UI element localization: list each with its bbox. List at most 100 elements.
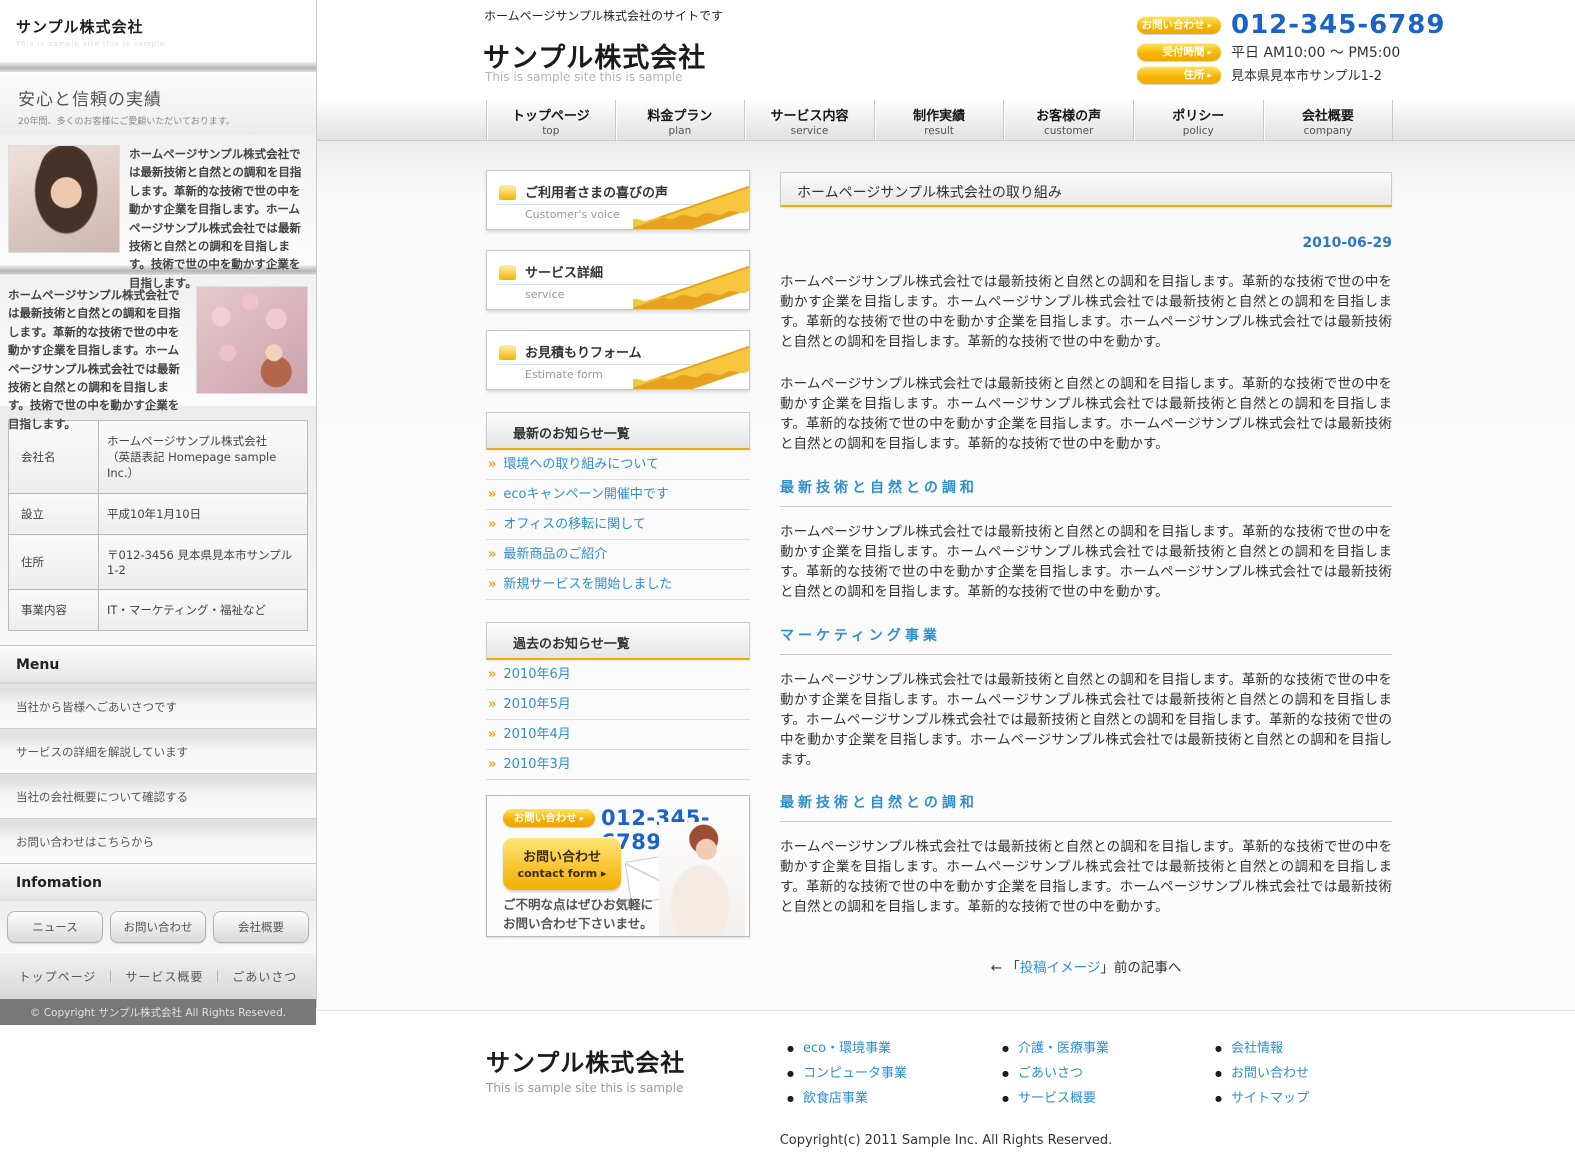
footer-link[interactable]: ごあいさつ bbox=[1002, 1062, 1109, 1081]
article: ホームページサンプル株式会社の取り組み 2010-06-29 ホームページサンプ… bbox=[780, 172, 1392, 976]
footer-copyright: Copyright(c) 2011 Sample Inc. All Rights… bbox=[317, 1133, 1575, 1148]
yellow-square-icon bbox=[499, 345, 516, 360]
news-link[interactable]: 最新商品のご紹介 bbox=[486, 540, 750, 570]
archive-link[interactable]: 2010年3月 bbox=[486, 750, 750, 780]
site-subtitle: This is sample site this is sample bbox=[485, 70, 682, 84]
past-news-heading: 過去のお知らせ一覧 bbox=[486, 622, 750, 660]
nav-result[interactable]: 制作実績result bbox=[875, 100, 1005, 140]
customer-voice-banner[interactable]: ご利用者さまの喜びの声 Customer's voice bbox=[486, 170, 750, 230]
section-heading: 最新技術と自然との調和 bbox=[780, 477, 1392, 507]
footer-link[interactable]: サイトマップ bbox=[1215, 1087, 1309, 1106]
double-arrow-icon bbox=[488, 757, 496, 772]
business-hours: 平日 AM10:00 ～ PM5:00 bbox=[1231, 42, 1400, 62]
ribbon-icon bbox=[633, 331, 750, 389]
nav-policy[interactable]: ポリシーpolicy bbox=[1134, 100, 1264, 140]
footer-link[interactable]: 飲食店事業 bbox=[787, 1087, 907, 1106]
section-paragraph: ホームページサンプル株式会社では最新技術と自然との調和を目指します。革新的な技術… bbox=[780, 523, 1392, 603]
sidebar: サンプル株式会社 This is sample site this is sam… bbox=[0, 0, 317, 1008]
catch-subtitle: 20年間、多くのお客様にご愛顧いただいております。 bbox=[18, 114, 316, 127]
estimate-form-banner[interactable]: お見積もりフォーム Estimate form bbox=[486, 330, 750, 390]
double-arrow-icon bbox=[488, 487, 496, 502]
footer-logo: サンプル株式会社 This is sample site this is sam… bbox=[486, 1043, 685, 1095]
page-footer: サンプル株式会社 This is sample site this is sam… bbox=[317, 1011, 1575, 1159]
news-link[interactable]: 新規サービスを開始しました bbox=[486, 570, 750, 600]
main-navigation: トップページtop 料金プランplan サービス内容service 制作実績re… bbox=[317, 100, 1575, 141]
contact-pill-button[interactable]: お問い合わせ bbox=[1137, 16, 1221, 34]
archive-link[interactable]: 2010年5月 bbox=[486, 690, 750, 720]
nav-company[interactable]: 会社概要company bbox=[1264, 100, 1394, 140]
news-link[interactable]: 環境への取り組みについて bbox=[486, 450, 750, 480]
footer-link[interactable]: コンピュータ事業 bbox=[787, 1062, 907, 1081]
archive-link[interactable]: 2010年6月 bbox=[486, 660, 750, 690]
footer-link-greeting[interactable]: ごあいさつ bbox=[232, 970, 297, 984]
separator: ｜ bbox=[104, 970, 117, 984]
article-paragraph: ホームページサンプル株式会社では最新技術と自然との調和を目指します。革新的な技術… bbox=[780, 273, 1392, 353]
company-button[interactable]: 会社概要 bbox=[213, 911, 309, 943]
row-label: 住所 bbox=[9, 535, 99, 590]
contact-button[interactable]: お問い合わせ bbox=[110, 911, 206, 943]
footer-link-service[interactable]: サービス概要 bbox=[125, 970, 203, 984]
news-link[interactable]: ecoキャンペーン開催中です bbox=[486, 480, 750, 510]
menu-item-service[interactable]: サービスの詳細を解説しています bbox=[0, 728, 316, 773]
sidebar-catchphrase: 安心と信頼の実績 20年間、多くのお客様にご愛顧いただいております。 bbox=[0, 73, 316, 135]
previous-article-nav: ← 「投稿イメージ」前の記事へ bbox=[780, 956, 1392, 976]
nav-top[interactable]: トップページtop bbox=[486, 100, 616, 140]
row-value: IT・マーケティング・福祉など bbox=[99, 590, 308, 631]
menu-item-contact[interactable]: お問い合わせはこちらから bbox=[0, 818, 316, 863]
nav-service[interactable]: サービス内容service bbox=[745, 100, 875, 140]
contact-pill-button[interactable]: お問い合わせ bbox=[503, 809, 595, 827]
yellow-square-icon bbox=[499, 265, 516, 280]
section-paragraph: ホームページサンプル株式会社では最新技術と自然との調和を目指します。革新的な技術… bbox=[780, 671, 1392, 771]
past-news-list: 2010年6月 2010年5月 2010年4月 2010年3月 bbox=[486, 660, 750, 780]
double-arrow-icon bbox=[488, 697, 496, 712]
table-row: 事業内容 IT・マーケティング・福祉など bbox=[9, 590, 308, 631]
archive-link[interactable]: 2010年4月 bbox=[486, 720, 750, 750]
sidebar-logo-title: サンプル株式会社 bbox=[16, 16, 316, 37]
latest-news-list: 環境への取り組みについて ecoキャンペーン開催中です オフィスの移転に関して … bbox=[486, 450, 750, 600]
arrow-right-icon bbox=[1204, 19, 1212, 31]
double-arrow-icon bbox=[488, 727, 496, 742]
news-button[interactable]: ニュース bbox=[7, 911, 103, 943]
news-link[interactable]: オフィスの移転に関して bbox=[486, 510, 750, 540]
left-column: ご利用者さまの喜びの声 Customer's voice サービス詳細 serv… bbox=[486, 170, 750, 937]
company-info-table-wrap: 会社名 ホームページサンプル株式会社 （英語表記 Homepage sample… bbox=[0, 406, 316, 645]
contact-phone-row: お問い合わせ 012-345-6789 bbox=[1137, 13, 1446, 37]
double-arrow-icon bbox=[488, 547, 496, 562]
intro-block-1: ホームページサンプル株式会社では最新技術と自然との調和を目指します。革新的な技術… bbox=[0, 135, 316, 265]
footer-link[interactable]: 介護・医療事業 bbox=[1002, 1037, 1109, 1056]
double-arrow-icon bbox=[488, 667, 496, 682]
sidebar-footer-links: トップページ｜サービス概要｜ごあいさつ bbox=[0, 953, 316, 999]
footer-link[interactable]: サービス概要 bbox=[1002, 1087, 1109, 1106]
address-label-pill: 住所 bbox=[1137, 66, 1221, 84]
footer-link[interactable]: お問い合わせ bbox=[1215, 1062, 1309, 1081]
footer-logo-title: サンプル株式会社 bbox=[486, 1043, 685, 1078]
double-arrow-icon bbox=[488, 517, 496, 532]
section-heading: マーケティング事業 bbox=[780, 625, 1392, 655]
ribbon-icon bbox=[633, 251, 750, 309]
service-detail-banner[interactable]: サービス詳細 service bbox=[486, 250, 750, 310]
article-title: ホームページサンプル株式会社の取り組み bbox=[780, 172, 1392, 207]
divider bbox=[0, 62, 316, 73]
footer-link[interactable]: eco・環境事業 bbox=[787, 1037, 907, 1056]
menu-heading: Menu bbox=[0, 645, 316, 683]
footer-link-top[interactable]: トップページ bbox=[19, 970, 97, 984]
phone-number: 012-345-6789 bbox=[1231, 13, 1446, 37]
double-arrow-icon bbox=[488, 577, 496, 592]
footer-link[interactable]: 会社情報 bbox=[1215, 1037, 1309, 1056]
contact-form-button[interactable]: お問い合わせ contact form ▸ bbox=[503, 837, 621, 890]
ribbon-icon bbox=[633, 171, 750, 229]
row-label: 設立 bbox=[9, 494, 99, 535]
arrow-right-icon bbox=[577, 812, 585, 824]
menu-item-greeting[interactable]: 当社から皆様へごあいさつです bbox=[0, 683, 316, 728]
menu-item-company[interactable]: 当社の会社概要について確認する bbox=[0, 773, 316, 818]
contact-banner[interactable]: お問い合わせ 012-345-6789 お問い合わせ contact form … bbox=[486, 795, 750, 937]
contact-note: ご不明な点はぜひお気軽に お問い合わせ下さいませ。 bbox=[503, 896, 653, 934]
previous-article-link[interactable]: 投稿イメージ bbox=[1020, 960, 1101, 976]
double-arrow-icon bbox=[488, 457, 496, 472]
sidebar-logo: サンプル株式会社 This is sample site this is sam… bbox=[0, 0, 316, 62]
site-description: ホームページサンプル株式会社のサイトです bbox=[484, 7, 723, 24]
nav-plan[interactable]: 料金プランplan bbox=[616, 100, 746, 140]
footer-logo-subtitle: This is sample site this is sample bbox=[486, 1081, 685, 1095]
section-heading: 最新技術と自然との調和 bbox=[780, 792, 1392, 822]
nav-customer[interactable]: お客様の声customer bbox=[1004, 100, 1134, 140]
